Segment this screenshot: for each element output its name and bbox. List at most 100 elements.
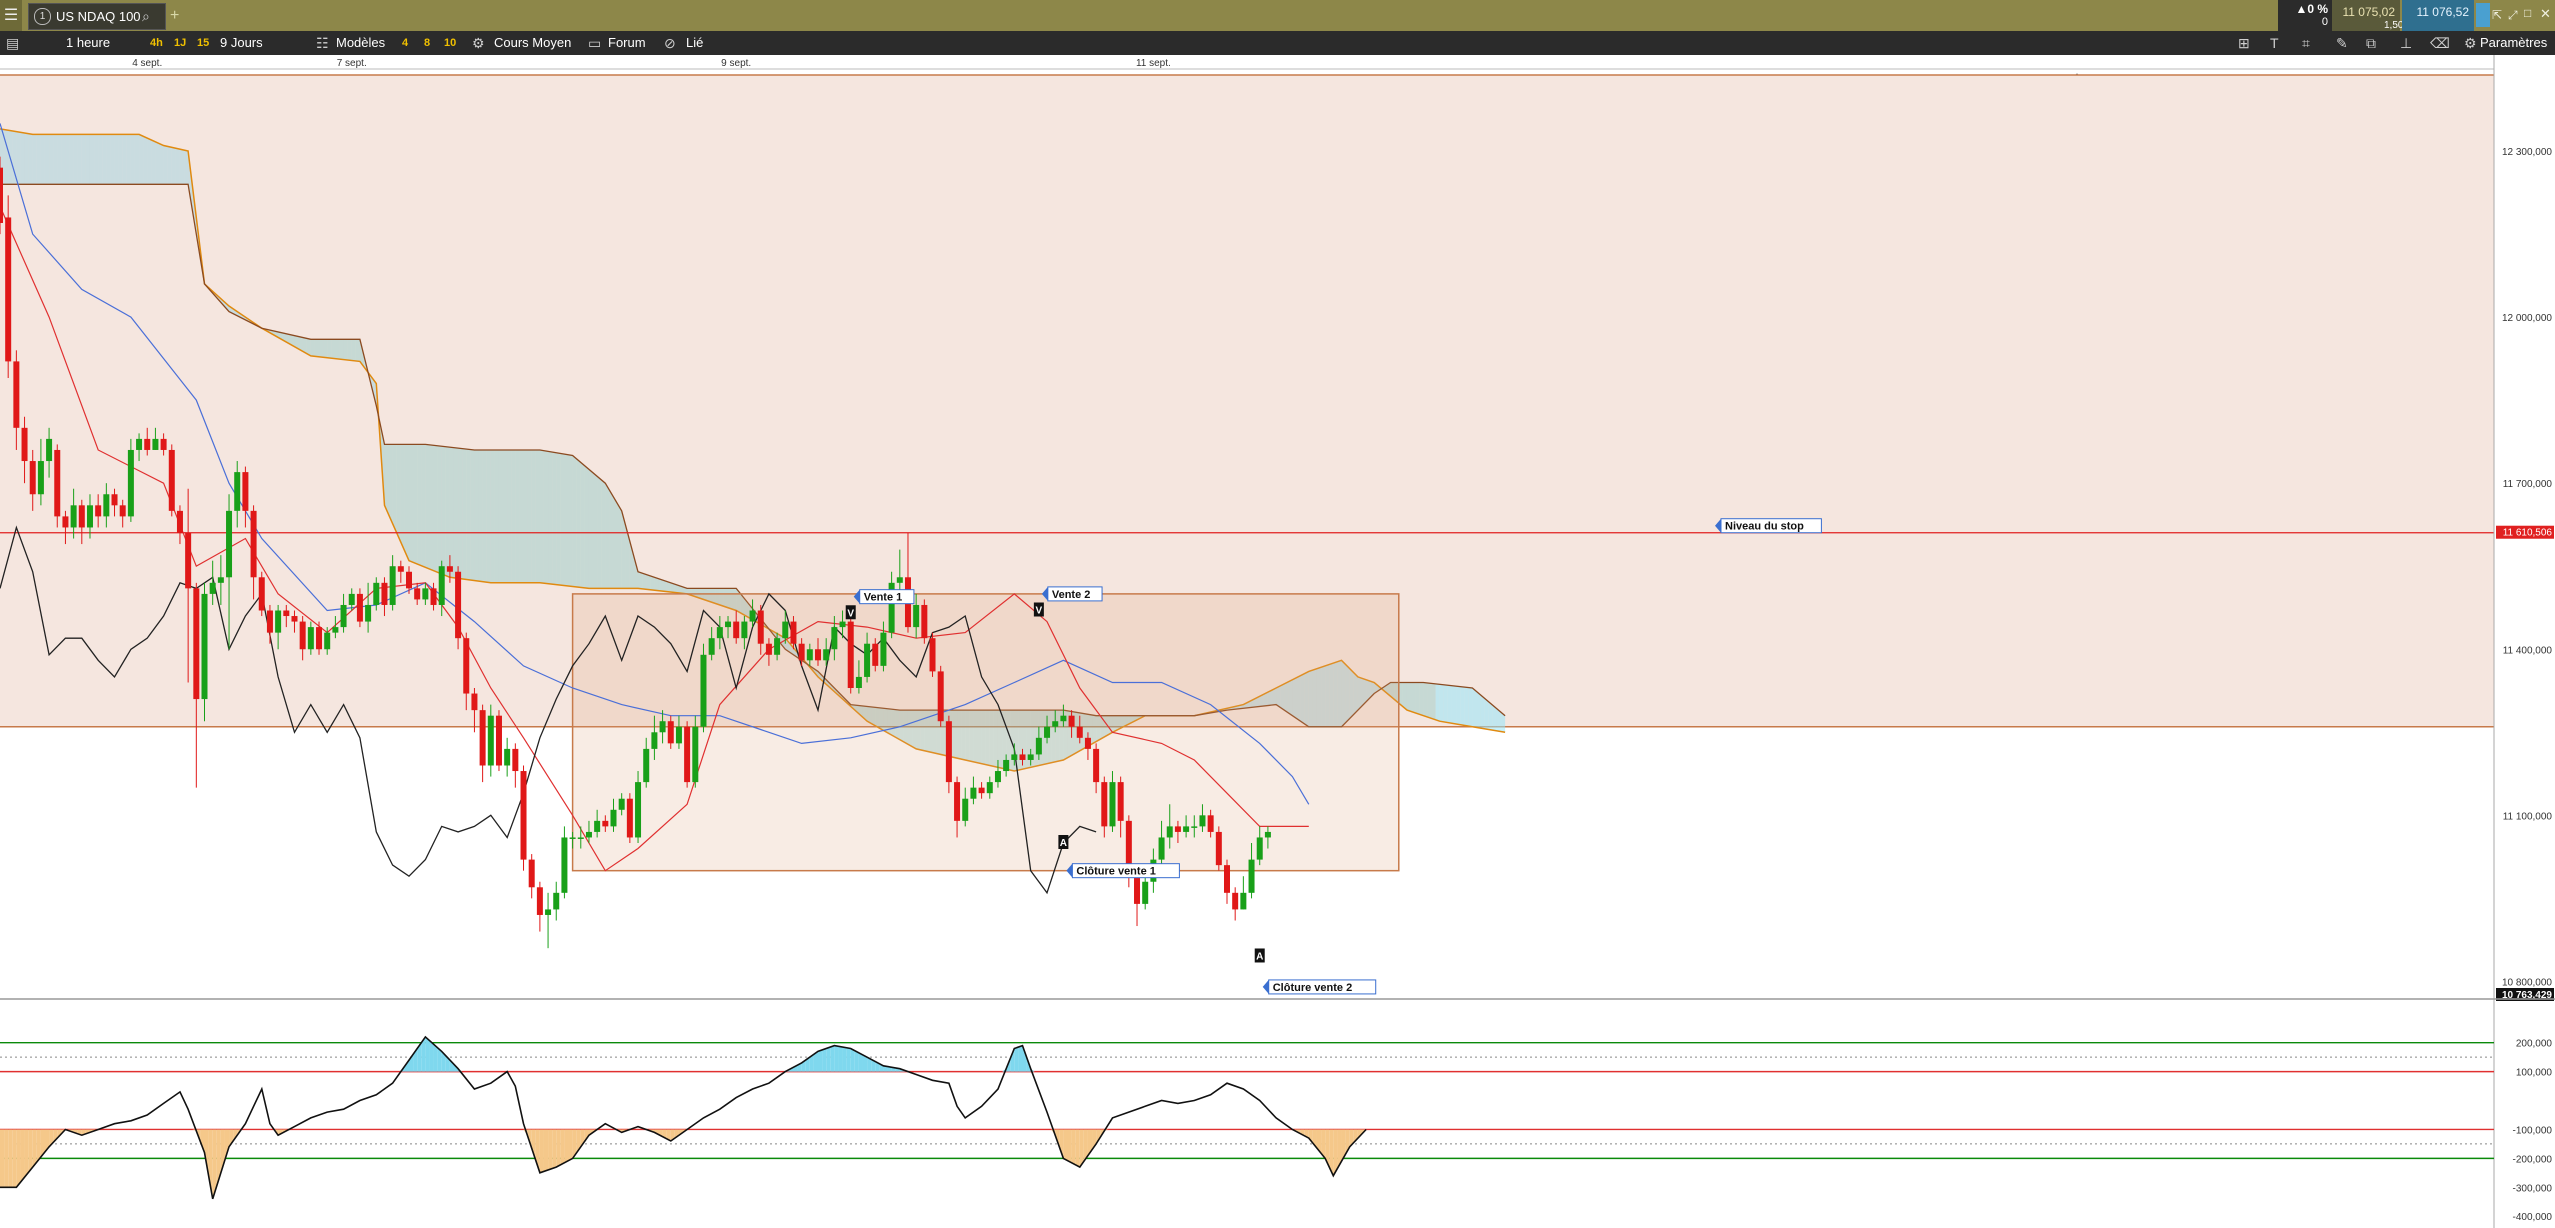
copy-icon[interactable]: ⧉ — [2366, 31, 2376, 55]
candle-body[interactable] — [324, 632, 331, 650]
restore-icon[interactable]: □ — [2524, 6, 2531, 20]
candle-body[interactable] — [1052, 721, 1059, 727]
candle-body[interactable] — [176, 510, 183, 533]
candle-body[interactable] — [332, 627, 339, 633]
candle-body[interactable] — [831, 627, 838, 650]
candle-body[interactable] — [1240, 892, 1247, 910]
candle-body[interactable] — [1224, 865, 1230, 893]
candle-body[interactable] — [316, 627, 323, 650]
ask-panel[interactable]: 11 076,52 — [2402, 0, 2474, 31]
candle-body[interactable] — [1174, 826, 1181, 832]
search-icon[interactable]: ⌕ — [142, 4, 150, 29]
candle-body[interactable] — [602, 820, 609, 827]
preset-10[interactable]: 10 — [444, 31, 456, 55]
period-4h[interactable]: 4h — [150, 31, 163, 55]
candle-body[interactable] — [1158, 837, 1165, 860]
candle-body[interactable] — [1068, 715, 1075, 727]
candle-body[interactable] — [446, 566, 453, 572]
candle-body[interactable] — [937, 671, 944, 722]
range-selector[interactable]: 9 Jours — [220, 31, 263, 55]
candle-body[interactable] — [266, 610, 273, 633]
candle-body[interactable] — [438, 566, 445, 605]
candle-body[interactable] — [823, 649, 830, 661]
settings-gear-icon[interactable]: ⚙ — [2464, 31, 2477, 55]
candle-body[interactable] — [684, 726, 691, 783]
candle-body[interactable] — [455, 571, 462, 639]
candle-body[interactable] — [463, 638, 470, 694]
candle-body[interactable] — [193, 588, 200, 700]
erase-icon[interactable]: ⌫ — [2430, 31, 2450, 55]
period-1j[interactable]: 1J — [174, 31, 186, 55]
candle-body[interactable] — [659, 721, 666, 733]
candle-body[interactable] — [1019, 754, 1026, 760]
candle-body[interactable] — [1134, 876, 1141, 904]
maximize-icon[interactable]: ⤢ — [2508, 8, 2518, 23]
pin-icon[interactable]: ⊥ — [2400, 31, 2412, 55]
candle-body[interactable] — [46, 438, 53, 462]
candle-body[interactable] — [1256, 837, 1263, 860]
candle-body[interactable] — [217, 577, 224, 583]
candle-body[interactable] — [209, 582, 216, 594]
candle-body[interactable] — [643, 748, 650, 783]
candle-body[interactable] — [954, 782, 961, 821]
candle-body[interactable] — [21, 427, 28, 462]
candle-body[interactable] — [291, 616, 298, 622]
candle-body[interactable] — [283, 610, 290, 617]
candle-body[interactable] — [692, 726, 699, 783]
candle-body[interactable] — [168, 449, 175, 511]
candle-body[interactable] — [872, 643, 879, 666]
settings-button[interactable]: Paramètres — [2480, 31, 2547, 55]
linked-button[interactable]: Lié — [686, 31, 703, 55]
preset-4[interactable]: 4 — [402, 31, 408, 55]
candle-body[interactable] — [1142, 881, 1149, 904]
candle-body[interactable] — [880, 632, 887, 666]
candle-body[interactable] — [1003, 759, 1010, 772]
candle-body[interactable] — [381, 582, 388, 605]
candle-body[interactable] — [839, 621, 846, 628]
candle-body[interactable] — [136, 438, 143, 450]
text-tool-icon[interactable]: ⊞ — [2238, 31, 2250, 55]
period-selector[interactable]: 1 heure — [66, 31, 110, 55]
candle-body[interactable] — [5, 217, 12, 362]
candle-body[interactable] — [675, 726, 682, 744]
candle-body[interactable] — [1166, 826, 1173, 838]
candle-body[interactable] — [594, 820, 601, 832]
candle-body[interactable] — [741, 621, 748, 639]
candle-body[interactable] — [1084, 737, 1091, 749]
candle-body[interactable] — [152, 438, 159, 450]
templates-button[interactable]: Modèles — [336, 31, 385, 55]
candle-body[interactable] — [921, 604, 928, 639]
candle-body[interactable] — [1117, 782, 1124, 821]
candle-body[interactable] — [708, 638, 715, 655]
candle-body[interactable] — [774, 638, 781, 655]
candle-body[interactable] — [185, 533, 192, 589]
candle-body[interactable] — [577, 837, 584, 839]
candle-body[interactable] — [815, 649, 821, 661]
candle-body[interactable] — [430, 588, 437, 605]
link-icon[interactable]: ⊘ — [664, 31, 676, 55]
candle-body[interactable] — [962, 798, 969, 821]
templates-icon[interactable]: ☷ — [316, 31, 329, 55]
candle-body[interactable] — [1191, 826, 1198, 828]
candle-body[interactable] — [553, 892, 560, 910]
close-icon[interactable]: ✕ — [2540, 6, 2551, 22]
candle-body[interactable] — [365, 604, 372, 622]
candle-body[interactable] — [765, 643, 772, 655]
candle-body[interactable] — [855, 676, 862, 688]
candle-body[interactable] — [373, 582, 380, 605]
candle-body[interactable] — [1076, 726, 1083, 738]
candle-body[interactable] — [978, 787, 985, 794]
draw-tool-icon[interactable]: ✎ — [2336, 31, 2348, 55]
candle-body[interactable] — [234, 472, 241, 511]
mean-price-icon[interactable]: ⚙ — [472, 31, 485, 55]
candle-body[interactable] — [471, 693, 478, 711]
candle-body[interactable] — [1011, 754, 1018, 760]
candle-body[interactable] — [896, 577, 903, 583]
forum-button[interactable]: Forum — [608, 31, 646, 55]
candle-body[interactable] — [29, 461, 36, 495]
candle-body[interactable] — [1101, 782, 1108, 827]
candle-body[interactable] — [307, 627, 314, 650]
candle-body[interactable] — [1027, 754, 1034, 760]
candle-body[interactable] — [733, 621, 740, 639]
candle-body[interactable] — [1183, 826, 1190, 832]
